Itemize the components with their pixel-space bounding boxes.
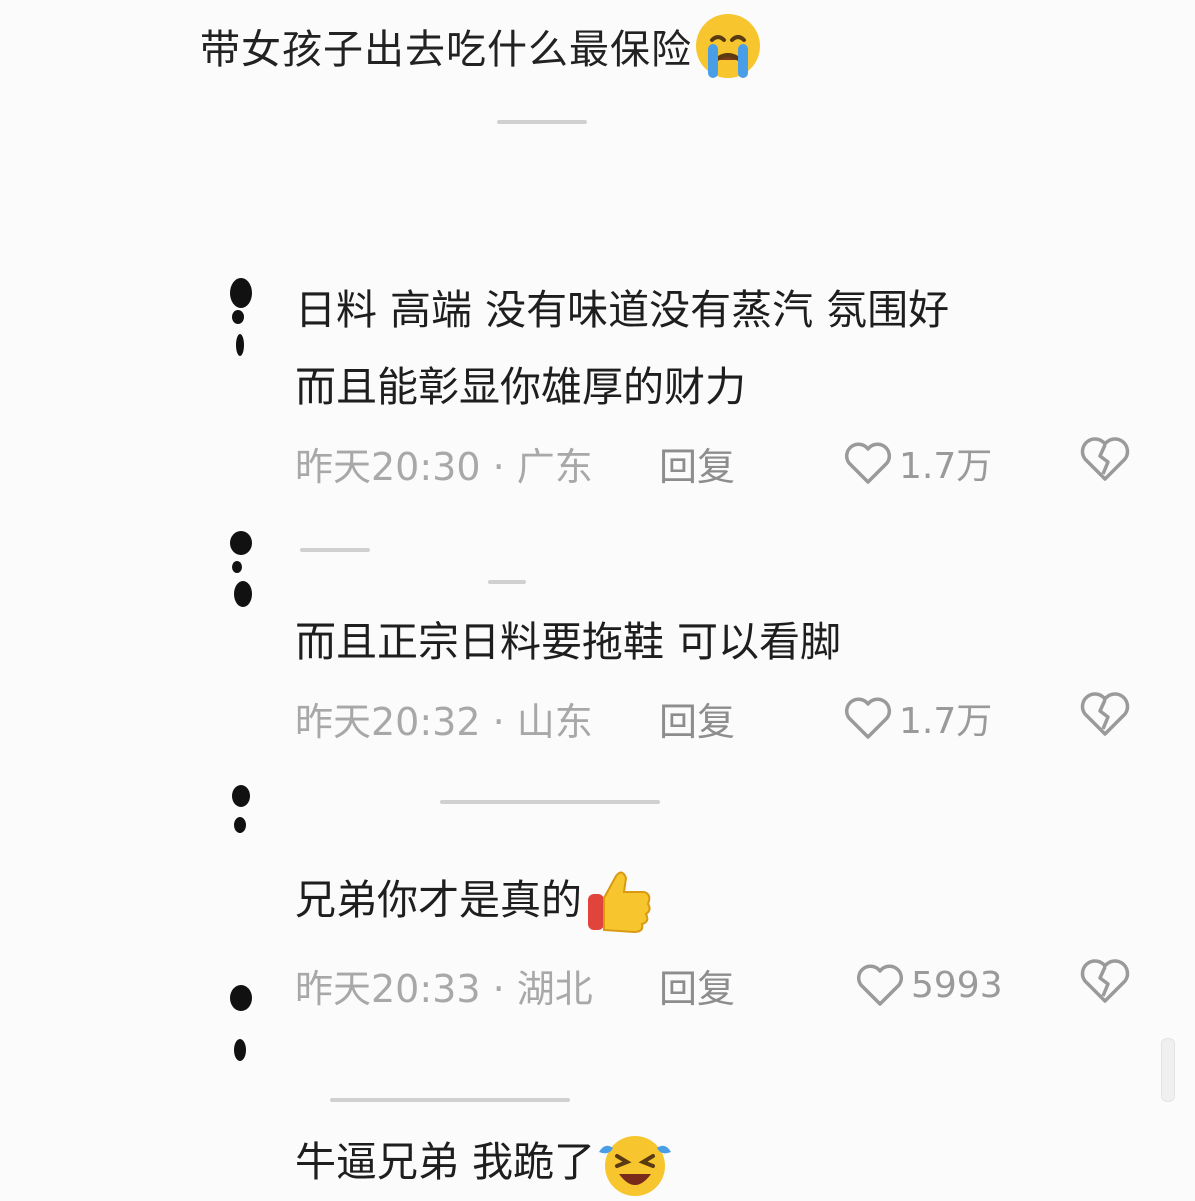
reply-button[interactable]: 回复 [659, 958, 735, 1013]
comment-meta: 昨天20:33 · 湖北 回复 5993 [295, 958, 1135, 1013]
scrollbar[interactable] [1161, 1038, 1175, 1102]
heart-outline-icon [844, 442, 892, 484]
like-count: 5993 [911, 964, 1003, 1006]
reply-button[interactable]: 回复 [659, 436, 735, 491]
dislike-button[interactable] [1078, 689, 1132, 748]
comment-meta: 昨天20:30 · 广东 回复 1.7万 [295, 436, 1135, 491]
redacted-username [330, 1098, 570, 1102]
broken-heart-icon [1080, 436, 1130, 481]
comment-text-4: 牛逼兄弟 我跪了 [295, 1124, 675, 1201]
comment-time: 昨天20:33 · 湖北 [295, 966, 593, 1011]
comment-line: 日料 高端 没有味道没有蒸汽 氛围好 [295, 286, 950, 334]
broken-heart-icon [1080, 691, 1130, 736]
heart-outline-icon [844, 697, 892, 739]
redacted-username [300, 548, 370, 552]
comment-text-2: 而且正宗日料要拖鞋 可以看脚 [295, 604, 841, 681]
comment-text-1: 日料 高端 没有味道没有蒸汽 氛围好 而且能彰显你雄厚的财力 [295, 272, 949, 426]
avatar[interactable] [222, 525, 262, 615]
heart-outline-icon [856, 964, 904, 1006]
comment-line: 兄弟你才是真的 [295, 876, 582, 924]
thumbs-up-emoji-icon [588, 871, 651, 933]
comment-time: 昨天20:30 · 广东 [295, 444, 593, 489]
redacted-username [440, 800, 660, 804]
avatar[interactable] [222, 775, 262, 865]
like-count: 1.7万 [899, 701, 993, 742]
comment-line: 牛逼兄弟 我跪了 [295, 1138, 596, 1186]
laughing-crying-emoji-icon [599, 1135, 672, 1196]
crying-face-emoji-icon [696, 14, 760, 78]
post-title: 带女孩子出去吃什么最保险 [200, 14, 764, 78]
comment-line: 而且正宗日料要拖鞋 可以看脚 [295, 618, 842, 666]
comment-line: 而且能彰显你雄厚的财力 [295, 363, 746, 411]
dislike-button[interactable] [1078, 956, 1132, 1015]
post-title-text: 带女孩子出去吃什么最保险 [200, 27, 692, 73]
like-button[interactable]: 5993 [855, 962, 1003, 1008]
redacted-username [488, 580, 526, 584]
like-button[interactable]: 1.7万 [843, 692, 992, 744]
broken-heart-icon [1080, 958, 1130, 1003]
comment-meta: 昨天20:32 · 山东 回复 1.7万 [295, 691, 1135, 746]
avatar[interactable] [222, 270, 262, 360]
comment-time: 昨天20:32 · 山东 [295, 699, 593, 744]
redacted-username [497, 120, 587, 124]
like-button[interactable]: 1.7万 [843, 437, 992, 489]
avatar[interactable] [222, 975, 262, 1065]
reply-button[interactable]: 回复 [659, 691, 735, 746]
dislike-button[interactable] [1078, 434, 1132, 493]
like-count: 1.7万 [899, 446, 993, 487]
comment-text-3: 兄弟你才是真的 [295, 862, 656, 939]
